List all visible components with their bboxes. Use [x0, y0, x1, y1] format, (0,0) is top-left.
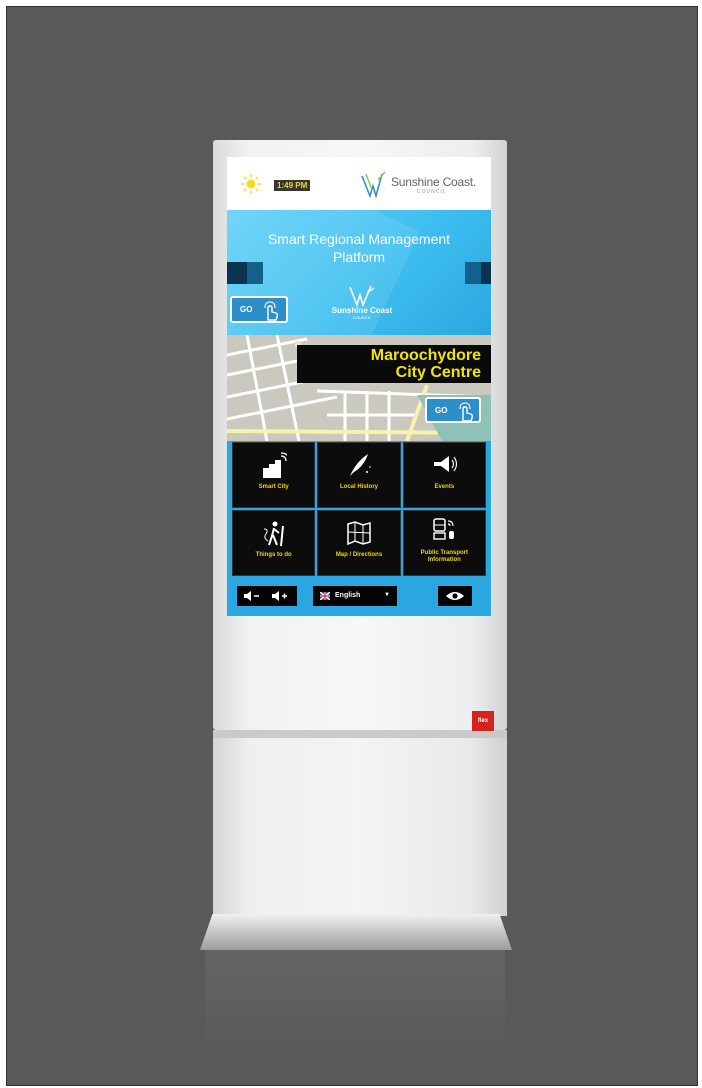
menu-tile-grid: Smart City Local History Events Things t…	[232, 442, 486, 576]
kiosk-screen: 1:49 PM Sunshine Coast. COUNCIL Smart Re…	[227, 157, 491, 616]
tile-label: Smart City	[258, 484, 289, 490]
logo-mark-icon	[361, 171, 386, 199]
eye-icon	[446, 592, 464, 600]
hero-logo-sub: COUNCIL	[352, 315, 371, 320]
chevron-down-icon: ▼	[384, 592, 390, 598]
map-title-line2: City Centre	[395, 364, 481, 381]
volume-up-icon[interactable]	[271, 590, 289, 602]
tile-label: Events	[434, 484, 455, 490]
floor-reflection	[205, 950, 505, 1060]
kiosk-seam	[213, 730, 507, 738]
go-label: GO	[240, 305, 253, 314]
megaphone-icon	[434, 456, 458, 472]
map-location-title: Maroochydore City Centre	[297, 345, 491, 383]
map-panel[interactable]: Maroochydore City Centre GO	[227, 335, 491, 441]
tile-events[interactable]: Events	[402, 442, 486, 508]
tile-label: Local History	[339, 484, 378, 490]
tile-label: Things to do	[255, 552, 292, 558]
uk-flag-icon	[320, 592, 330, 600]
scroll-right-tab[interactable]	[465, 262, 491, 284]
touch-hand-icon	[264, 301, 279, 321]
map-go-button[interactable]: GO	[425, 397, 481, 423]
map-go-label: GO	[435, 406, 448, 415]
hiker-icon	[263, 521, 284, 546]
hero-logo-name: Sunshine Coast	[331, 306, 393, 315]
map-touch-hand-icon	[459, 402, 474, 422]
council-logo: Sunshine Coast. COUNCIL	[360, 170, 488, 200]
volume-down-icon[interactable]	[243, 590, 261, 602]
scroll-left-tab[interactable]	[227, 262, 263, 284]
map-icon	[347, 521, 371, 546]
tile-label: Public Transport Information	[420, 550, 468, 563]
brand-badge: flex	[472, 711, 494, 731]
kiosk-base	[200, 914, 512, 950]
map-title-line1: Maroochydore	[370, 347, 481, 364]
hero-logo-mark-icon	[349, 285, 375, 307]
tile-smart-city[interactable]: Smart City	[232, 442, 316, 508]
bus-icon	[433, 518, 455, 540]
language-select[interactable]: English ▼	[313, 586, 397, 606]
hero-logo: Sunshine Coast COUNCIL	[322, 285, 402, 325]
quill-icon	[349, 454, 371, 476]
kiosk-lower-panel	[213, 738, 507, 916]
logo-name: Sunshine Coast.	[391, 175, 477, 189]
tile-map-directions[interactable]: Map / Directions	[317, 510, 401, 576]
bottom-bar: English ▼	[227, 581, 491, 616]
hero-go-button[interactable]: GO	[230, 296, 288, 323]
volume-controls	[237, 586, 297, 606]
logo-sub: COUNCIL	[417, 189, 447, 195]
tile-local-history[interactable]: Local History	[317, 442, 401, 508]
tile-public-transport[interactable]: Public Transport Information	[402, 510, 486, 576]
hero-title: Smart Regional Management Platform	[267, 231, 451, 265]
language-label: English	[335, 592, 361, 599]
smart-city-icon	[262, 452, 287, 478]
accessibility-button[interactable]	[438, 586, 472, 606]
tile-things-to-do[interactable]: Things to do	[232, 510, 316, 576]
tile-label: Map / Directions	[335, 552, 383, 558]
